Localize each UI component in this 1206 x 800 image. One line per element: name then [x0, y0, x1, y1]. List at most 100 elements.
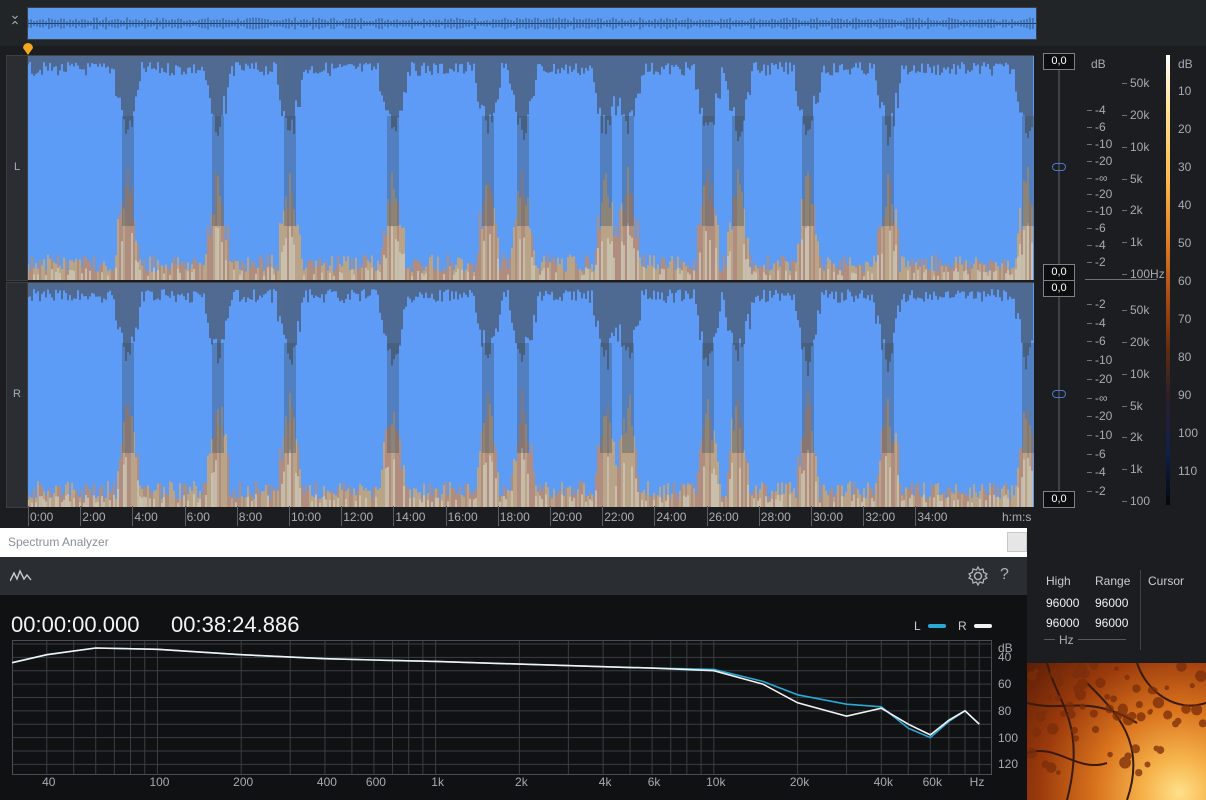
amp-right-tick: [1087, 472, 1092, 474]
help-icon[interactable]: ?: [1000, 566, 1009, 584]
y-tick-label: 40: [998, 650, 1012, 665]
legend-value: 90: [1178, 388, 1192, 402]
right-bottom-scale-box[interactable]: 0,0: [1043, 491, 1075, 508]
timeline-tick: [393, 506, 395, 526]
amp-right-label: -20: [1095, 371, 1113, 386]
gear-icon[interactable]: [968, 566, 988, 586]
amp-right-tick: [1087, 304, 1092, 305]
y-tick-label: 120: [998, 757, 1019, 772]
legend-value: 30: [1178, 160, 1192, 174]
amp-left-label: -20: [1095, 187, 1113, 202]
amp-right-tick: [1087, 322, 1092, 324]
playhead-marker[interactable]: [22, 43, 34, 55]
amp-left-label: -10: [1095, 204, 1113, 219]
timeline-tick: [811, 506, 812, 526]
high-header: High: [1046, 574, 1071, 588]
freq-right-tick: [1122, 437, 1127, 439]
freq-left-tick: [1122, 274, 1127, 275]
y-tick-label: 60: [998, 677, 1012, 692]
timeline-label: 22:00: [604, 510, 635, 524]
timeline-tick: [341, 506, 343, 526]
legend-value: 80: [1178, 350, 1192, 364]
timeline-label: 34:00: [917, 510, 948, 524]
freq-left-tick: [1122, 210, 1127, 212]
graph-grid: [12, 640, 992, 775]
amp-right-label: -2: [1095, 297, 1106, 311]
freq-left-tick: [1122, 114, 1127, 116]
x-tick-label: 40k: [873, 775, 893, 789]
spectrum-toolbar: ?: [0, 557, 1027, 595]
timeline-ruler[interactable]: 0:00 2:00 4:00 6:00 8:00 10:00 12:00 14:00 16:00…: [28, 506, 1034, 526]
close-button[interactable]: [1007, 532, 1027, 552]
freq-right-tick: [1122, 310, 1127, 311]
color-legend-bar: [1166, 55, 1170, 505]
timeline-label: 4:00: [134, 510, 158, 524]
freq-right-label: 10k: [1130, 366, 1150, 381]
legend-value: 70: [1178, 312, 1192, 326]
x-tick-label: 10k: [706, 775, 726, 789]
timeline-tick: [236, 506, 238, 526]
amp-left-tick: [1087, 245, 1092, 247]
x-tick-label: 60k: [922, 775, 942, 789]
timeline-tick: [706, 506, 708, 526]
amp-right-label: -6: [1095, 334, 1106, 349]
amp-right-tick: [1087, 453, 1092, 455]
amp-left-label: -∞: [1095, 170, 1108, 185]
timeline-tick: [445, 506, 447, 526]
x-tick-label: 400: [316, 775, 337, 789]
freq-left-tick: [1122, 242, 1127, 244]
spectrum-icon[interactable]: [10, 569, 32, 583]
freq-left-label: 1k: [1130, 235, 1143, 250]
left-channel-label: L: [13, 161, 21, 173]
timeline-label: 28:00: [760, 510, 791, 524]
overview-waveform[interactable]: [27, 7, 1037, 40]
x-tick-label: 600: [365, 775, 386, 789]
spectrum-graph[interactable]: [12, 640, 992, 775]
amp-left-label: -2: [1095, 255, 1106, 269]
timeline-label: 0:00: [30, 510, 54, 524]
amp-left-tick: [1087, 228, 1092, 230]
timeline-tick: [132, 506, 134, 526]
left-channel-spectrogram[interactable]: [28, 55, 1034, 280]
timeline-label: 26:00: [708, 510, 739, 524]
spectrum-analyzer-titlebar[interactable]: Spectrum Analyzer: [0, 528, 1027, 557]
collapse-icon[interactable]: ⌄ ⌃: [6, 7, 24, 36]
end-time: 00:38:24.886: [171, 612, 300, 637]
timeline-label: 6:00: [186, 510, 210, 524]
timeline-tick: [80, 506, 82, 526]
amp-right-label: -20: [1095, 409, 1113, 424]
freq-left-tick: [1122, 146, 1127, 148]
right-channel-spectrogram[interactable]: [28, 282, 1034, 507]
timeline-label: 24:00: [656, 510, 687, 524]
left-bottom-scale-box[interactable]: 0,0: [1043, 264, 1075, 281]
left-top-scale-box[interactable]: 0,0: [1043, 53, 1075, 70]
timeline-tick: [497, 506, 499, 526]
legend-value: 100: [1178, 426, 1199, 440]
timeline-label: 8:00: [238, 510, 263, 524]
timeline-tick: [915, 506, 917, 526]
freq-right-label: 5k: [1130, 398, 1143, 413]
freq-right-label: 1k: [1130, 462, 1143, 477]
amp-right-tick: [1087, 378, 1092, 380]
freq-left-tick: [1122, 178, 1127, 180]
amp-right-label: -∞: [1095, 390, 1108, 405]
amp-right-tick: [1087, 360, 1092, 362]
amp-left-tick: [1087, 177, 1092, 179]
right-amp-knob[interactable]: [1052, 390, 1066, 398]
amp-left-label: -6: [1095, 221, 1106, 236]
legend-r-label: R: [958, 619, 967, 633]
right-top-scale-box[interactable]: 0,0: [1043, 280, 1075, 297]
amp-left-label: -4: [1095, 238, 1106, 253]
legend-value: 60: [1178, 274, 1192, 288]
freq-right-tick: [1122, 405, 1127, 407]
amp-right-label: -10: [1095, 427, 1113, 442]
freq-right-tick: [1122, 341, 1127, 343]
amp-right-label: -2: [1095, 484, 1106, 498]
right-channel-rail[interactable]: R: [6, 282, 28, 508]
column-divider: [1140, 570, 1141, 650]
window-title: Spectrum Analyzer: [8, 535, 109, 549]
timeline-tick: [550, 506, 551, 526]
left-channel-rail[interactable]: L: [6, 55, 28, 281]
timeline-label: 20:00: [552, 510, 583, 524]
left-amp-knob[interactable]: [1052, 163, 1066, 171]
